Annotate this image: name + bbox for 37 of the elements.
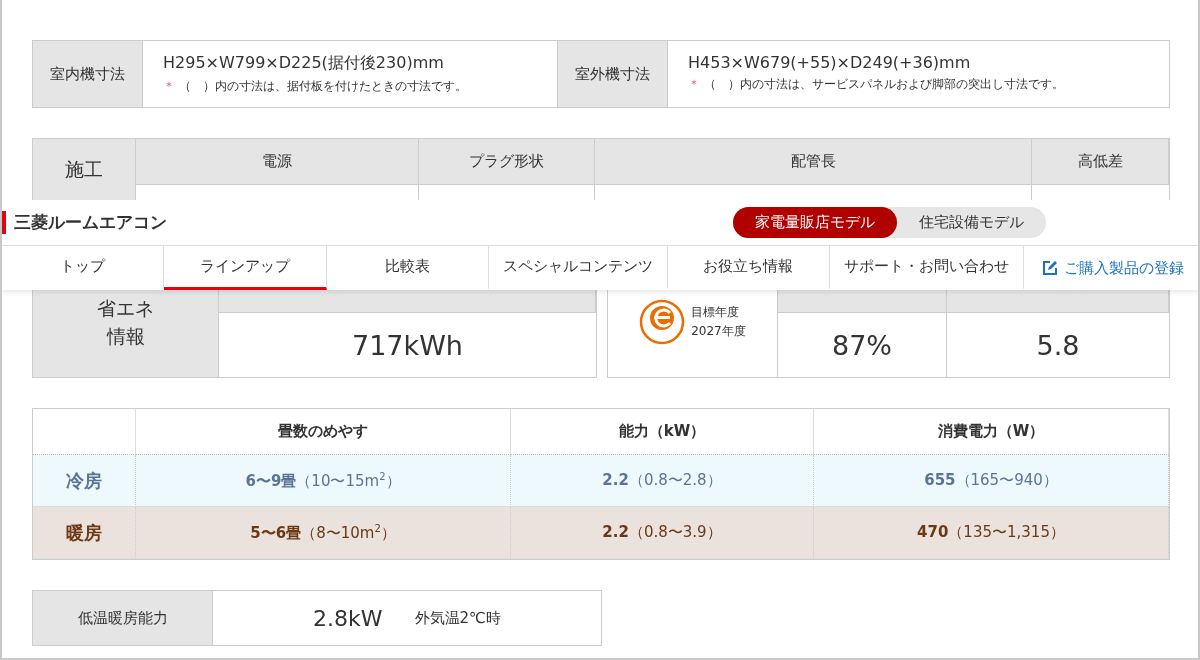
nav-tab[interactable]: 比較表	[326, 246, 490, 290]
brand-title: 三菱ルームエアコン	[2, 211, 167, 234]
edit-icon	[1042, 260, 1059, 276]
low-temp-value: 2.8kW	[313, 605, 383, 631]
nav-tab[interactable]: サポート・お問い合わせ	[829, 246, 1025, 290]
annual-consumption-value: 717kWh	[351, 328, 464, 363]
nav-tab[interactable]: ラインアップ	[164, 246, 327, 290]
achievement-rate-value: 87%	[778, 313, 947, 377]
register-link[interactable]: ご購入製品の登録	[1024, 246, 1198, 290]
mode-label: 冷房	[33, 455, 136, 507]
condition-text: 外気温2℃時	[414, 608, 501, 628]
column-header: 電源	[136, 139, 419, 185]
table-cell: 655（165〜940）	[924, 471, 1058, 490]
spec-label: 室内機寸法	[33, 41, 143, 107]
table-cell: 470（135〜1,315）	[917, 523, 1065, 542]
model-toggle-option[interactable]: 家電量販店モデル	[733, 207, 897, 238]
model-toggle-option[interactable]: 住宅設備モデル	[897, 207, 1046, 238]
table-cell: 2.2（0.8〜3.9）	[602, 523, 722, 542]
nav-tab[interactable]: お役立ち情報	[667, 246, 830, 290]
column-header: 高低差	[1032, 139, 1169, 185]
column-header: 配管長	[595, 139, 1032, 185]
spec-label: 室外機寸法	[558, 41, 668, 107]
column-header: プラグ形状	[419, 139, 595, 185]
spec-label: 低温暖房能力	[33, 591, 213, 645]
dimension-value: H453×W679(+55)×D249(+36)mm	[688, 53, 972, 72]
nav-tab[interactable]: トップ	[2, 246, 165, 290]
energy-mark-icon	[639, 299, 686, 345]
dimension-value: H295×W799×D225(据付後230)mm	[163, 53, 445, 74]
table-cell: 6〜9畳（10〜15m$^{2}$）	[245, 470, 401, 491]
dimension-note: ＊ （ ）内の寸法は、サービスパネルおよび脚部の突出し寸法です。	[688, 76, 1065, 93]
apf-value: 5.8	[1035, 328, 1081, 363]
dimension-note: ＊ （ ）内の寸法は、据付板を付けたときの寸法です。	[163, 78, 468, 95]
table-cell: 2.2（0.8〜2.8）	[602, 471, 722, 490]
target-year-text: 目標年度 2027年度	[691, 303, 746, 340]
nav-tab[interactable]: スペシャルコンテンツ	[489, 246, 668, 290]
mode-label: 暖房	[33, 507, 136, 559]
table-cell: 5〜6畳（8〜10m$^{2}$）	[250, 522, 396, 543]
